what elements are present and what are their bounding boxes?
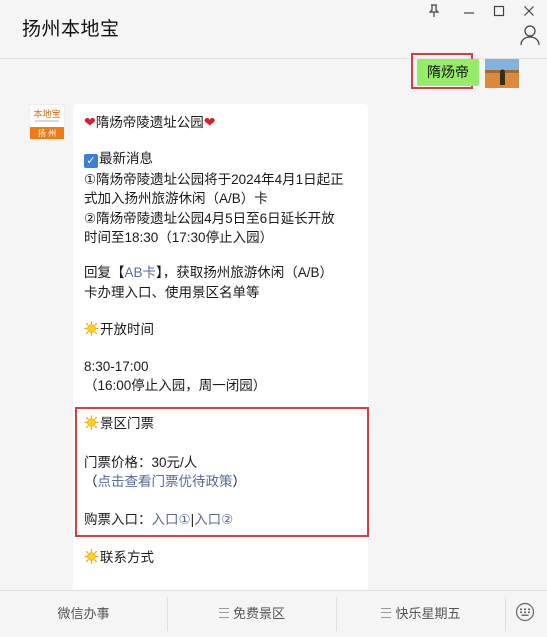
my-message-bubble[interactable]: 隋炀帝 (417, 59, 479, 86)
buy-link-2[interactable]: 入口② (194, 512, 233, 527)
ticket-policy-link[interactable]: 点击查看门票优待政策 (98, 474, 233, 489)
ticket-price: 门票价格：30元/人 (84, 455, 198, 470)
menu-item-wechat-services[interactable]: 微信办事 (0, 591, 167, 637)
article-title: 隋炀帝陵遗址公园 (95, 115, 204, 130)
checkbox-icon: ✓ (84, 154, 98, 168)
submenu-icon (381, 608, 392, 618)
news-item-1a: ①隋炀帝陵遗址公园将于2024年4月1日起正 (84, 172, 344, 187)
menu-divider (505, 597, 506, 631)
sun-icon (84, 321, 99, 336)
menu-item-happy-friday[interactable]: 快乐星期五 (337, 591, 505, 637)
bot-avatar[interactable]: 本地宝 扬 州 (29, 104, 65, 140)
reply-line: 回复【AB卡】，获取扬州旅游休闲（A/B） (84, 264, 333, 282)
news-item-2a: ②隋炀帝陵遗址公园4月5日至6日延长开放 (84, 211, 335, 226)
reply-keyword-link[interactable]: AB卡 (125, 265, 157, 280)
submenu-icon (218, 608, 229, 618)
pin-icon[interactable] (425, 3, 443, 19)
open-heading: 开放时间 (100, 322, 154, 337)
title-bar: 扬州本地宝 (0, 0, 547, 59)
ticket-policy-line: （点击查看门票优待政策） (84, 473, 246, 491)
user-profile-icon[interactable] (519, 24, 541, 46)
reply-prefix: 回复【 (84, 265, 125, 280)
reply-suffix: 】，获取扬州旅游休闲（A/B） (156, 265, 334, 280)
contact-heading-line: 联系方式 (84, 549, 154, 567)
article-title-line: ❤隋炀帝陵遗址公园❤ (84, 113, 215, 132)
heart-icon: ❤ (203, 114, 216, 130)
open-note: （16:00停止入园，周一闭园） (84, 378, 267, 393)
bot-avatar-bottom-text: 扬 州 (38, 128, 56, 138)
close-icon[interactable] (520, 3, 538, 19)
open-heading-line: 开放时间 (84, 321, 154, 339)
heart-icon: ❤ (84, 114, 96, 130)
contact-heading: 联系方式 (100, 550, 154, 565)
paren-open: （ (84, 474, 98, 489)
news-item-2b: 时间至18:30（17:30停止入园） (84, 230, 274, 245)
sun-icon (84, 415, 99, 430)
chat-title: 扬州本地宝 (22, 19, 120, 40)
menu-item-label: 微信办事 (57, 606, 110, 621)
maximize-icon[interactable] (490, 3, 508, 19)
paren-close: ） (232, 474, 247, 489)
bot-avatar-top-text: 本地宝 (33, 108, 60, 119)
menu-item-label: 快乐星期五 (395, 606, 461, 621)
minimize-icon[interactable] (460, 3, 478, 19)
buy-label: 购票入口： (84, 512, 152, 527)
news-heading-line: ✓ 最新消息 (84, 150, 153, 168)
news-heading: 最新消息 (99, 151, 153, 166)
ticket-heading: 景区门票 (100, 416, 154, 431)
buy-line: 购票入口：入口①|入口② (84, 511, 233, 529)
menu-item-free-attractions[interactable]: 免费景区 (168, 591, 336, 637)
buy-link-1[interactable]: 入口① (152, 512, 191, 527)
ticket-heading-line: 景区门票 (84, 415, 154, 433)
news-item-1b: 式加入扬州旅游休闲（A/B）卡 (84, 191, 268, 206)
keyboard-icon[interactable] (515, 602, 535, 622)
open-hours: 8:30-17:00 (84, 359, 149, 374)
bottom-menu: 微信办事 免费景区 快乐星期五 (0, 590, 547, 637)
my-avatar[interactable] (485, 59, 519, 88)
reply-line-2: 卡办理入口、使用景区名单等 (84, 285, 260, 300)
menu-item-label: 免费景区 (232, 606, 285, 621)
sun-icon (84, 549, 99, 564)
